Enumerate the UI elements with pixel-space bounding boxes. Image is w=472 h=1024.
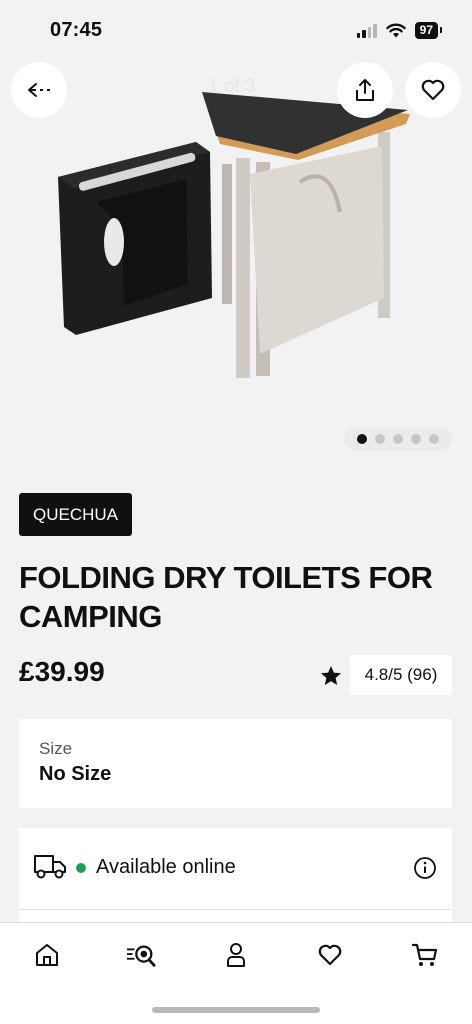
availability-text: Available online [96,856,236,878]
share-icon [356,79,374,101]
tab-home[interactable] [32,940,62,970]
tab-cart[interactable] [410,940,440,970]
rating-score[interactable]: 4.8/5 (96) [350,655,452,695]
tab-favorites[interactable] [315,940,345,970]
search-icon [126,945,156,967]
pagination-dot[interactable] [429,434,439,444]
status-bar: 07:45 97 [0,0,472,62]
back-button[interactable] [11,62,67,118]
heart-icon [421,79,445,101]
heart-icon [318,944,342,966]
size-label: Size [39,739,73,758]
product-title: FOLDING DRY TOILETS FOR CAMPING [19,560,433,634]
battery-indicator: 97 [414,22,443,39]
wifi-icon [385,23,406,38]
divider [19,909,452,910]
size-value: No Size [39,763,112,785]
cart-icon [411,943,438,966]
share-button[interactable] [337,62,393,118]
pagination-dot[interactable] [357,434,367,444]
truck-icon [34,855,66,879]
tab-search[interactable] [126,940,156,970]
product-price: £39.99 [19,656,105,687]
account-icon [227,943,245,967]
image-counter: 1 of 3 [208,76,256,97]
pagination-dot[interactable] [375,434,385,444]
gallery-pagination[interactable] [344,427,452,451]
signal-icon [356,23,377,38]
product-image[interactable] [0,62,472,462]
availability-card: Available online [19,828,452,928]
home-indicator [152,1007,320,1013]
status-icons: 97 [356,22,443,39]
size-selector[interactable]: Size No Size [19,719,452,808]
info-icon[interactable] [413,856,437,880]
favorite-button[interactable] [405,62,461,118]
tab-account[interactable] [221,940,251,970]
star-icon [321,666,341,685]
home-icon [36,944,58,966]
pagination-dot[interactable] [411,434,421,444]
brand-badge[interactable]: QUECHUA [19,493,133,536]
availability-status-dot [76,863,86,873]
pagination-dot[interactable] [393,434,403,444]
status-time: 07:45 [50,19,103,41]
back-arrow-icon [28,83,50,97]
